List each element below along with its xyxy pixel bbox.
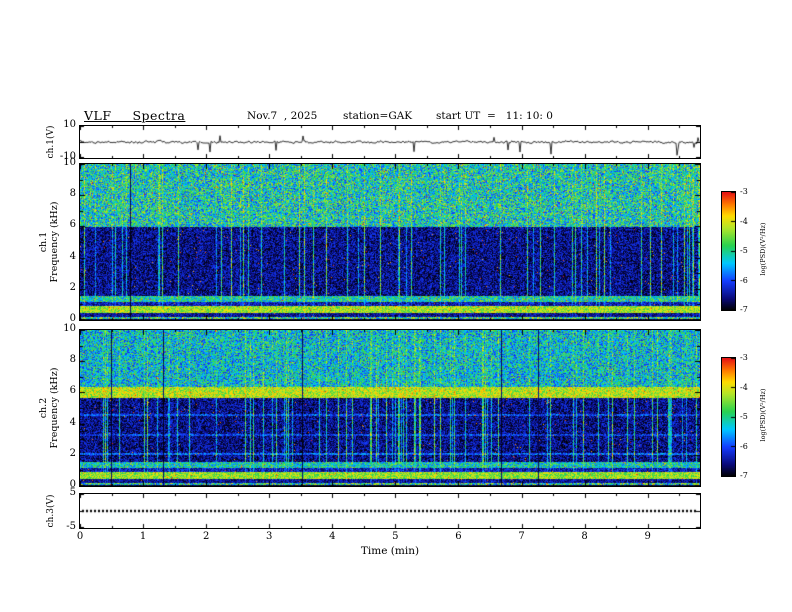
spec2-y-axis-label-line2: Frequency (kHz): [49, 367, 60, 449]
ch2-spectrogram-canvas: [79, 329, 701, 487]
x-tick-label-9: 9: [644, 531, 651, 542]
x-tick-label-8: 8: [581, 531, 588, 542]
colorbar1-tick-label--3: -3: [740, 187, 748, 196]
x-tick-label-0: 0: [76, 531, 84, 542]
spec2-y-tick-label-10: 10: [63, 323, 76, 334]
colorbar2-tick-label--6: -6: [740, 441, 748, 451]
colorbar1-label: log(PSD)(V²/Hz): [759, 222, 767, 276]
x-tick-label-1: 1: [139, 531, 147, 542]
spec2-y-axis-label: ch.2 Frequency (kHz): [38, 330, 60, 486]
spec1-y-tick-label-2: 2: [69, 281, 76, 293]
spec2-y-tick-label-2: 2: [69, 447, 76, 459]
x-tick-label-6: 6: [455, 531, 462, 542]
ch3-y-tick-label--5: -5: [66, 521, 76, 532]
x-tick-label-4: 4: [329, 531, 336, 542]
spec1-y-tick-label-8: 8: [69, 188, 76, 200]
colorbar1-tick-label--7: -7: [740, 305, 748, 314]
ch1-spectrogram-canvas: [79, 163, 701, 321]
vlf-spectra-figure: VLF Spectra Nov.7 , 2025 station=GAK sta…: [0, 0, 792, 612]
colorbar1-tick-label--4: -4: [740, 216, 748, 226]
x-tick-label-3: 3: [266, 531, 273, 542]
ch1-y-tick-label-10: 10: [63, 119, 76, 130]
colorbar1-tick-label--5: -5: [740, 246, 748, 255]
x-tick-label-2: 2: [202, 531, 210, 542]
ch1-waveform-canvas: [79, 125, 701, 159]
spec1-y-axis-label-line2: Frequency (kHz): [49, 201, 60, 283]
x-tick-label-7: 7: [518, 531, 525, 542]
chart-title: VLF Spectra: [84, 108, 186, 123]
colorbar2-tick-label--4: -4: [740, 382, 748, 392]
x-axis-label: Time (min): [360, 545, 420, 557]
ch3-y-tick-label-5: 5: [69, 487, 76, 498]
colorbar1-canvas: [721, 191, 736, 311]
spec1-y-tick-label-6: 6: [69, 219, 76, 231]
spec1-y-axis-label: ch.1 Frequency (kHz): [38, 164, 60, 320]
spec2-y-axis-label-line1: ch.2: [38, 397, 49, 419]
x-tick-label-5: 5: [392, 531, 399, 542]
ch3-waveform-canvas: [79, 493, 701, 529]
start-ut-label: start UT = 11: 10: 0: [436, 110, 553, 122]
colorbar2-canvas: [721, 357, 736, 477]
colorbar2-label: log(PSD)(V²/Hz): [759, 388, 767, 442]
spec2-y-tick-label-6: 6: [69, 385, 76, 397]
ch1-y-tick-label--10: -10: [59, 151, 76, 162]
spec2-y-tick-label-4: 4: [69, 416, 76, 428]
colorbar1-tick-label--6: -6: [740, 275, 748, 285]
station-label: station=GAK: [343, 110, 413, 122]
colorbar2-tick-label--7: -7: [740, 471, 748, 480]
colorbar2-tick-label--5: -5: [740, 412, 748, 421]
colorbar2-tick-label--3: -3: [740, 353, 748, 362]
chart-date: Nov.7 , 2025: [247, 110, 318, 122]
spec1-y-axis-label-line1: ch.1: [38, 231, 49, 253]
spec2-y-tick-label-8: 8: [69, 354, 76, 366]
spec1-y-tick-label-4: 4: [69, 250, 76, 262]
